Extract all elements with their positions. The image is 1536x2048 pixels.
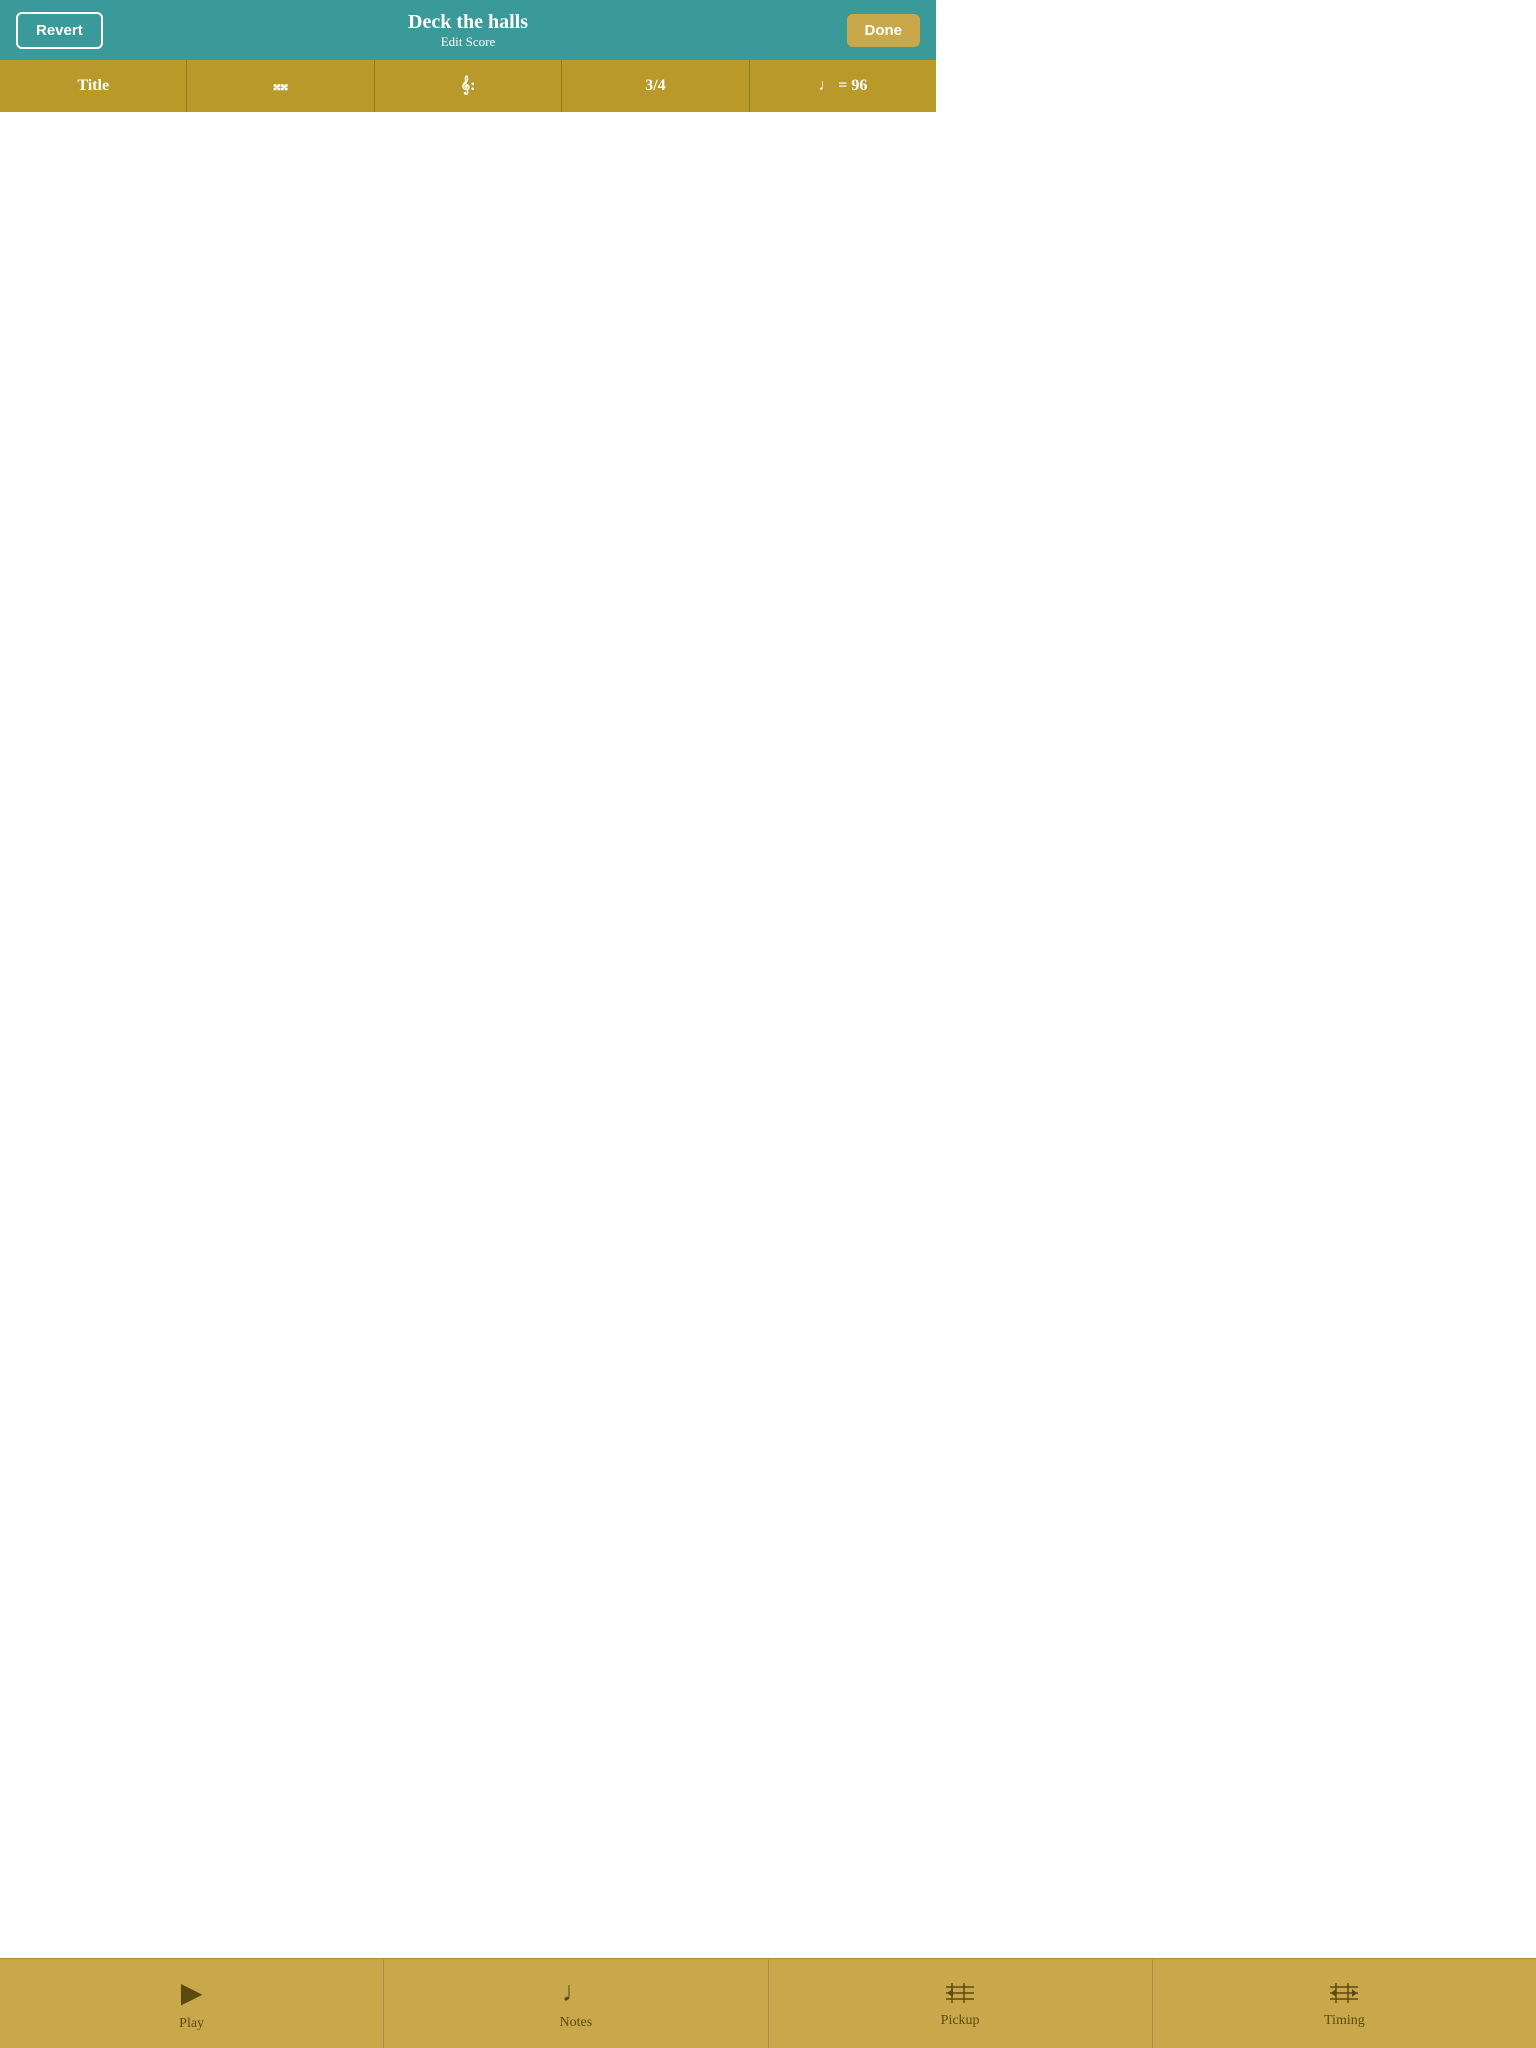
revert-button[interactable]: Revert [16, 12, 103, 49]
edit-toolbar: Title 𝄪𝄪 𝄞: 3/4 ♩ = 96 [0, 60, 936, 112]
play-label: Play [179, 2016, 204, 2032]
pickup-label: Pickup [941, 2013, 980, 2029]
title-group: Deck the halls Edit Score [408, 11, 528, 50]
timing-button[interactable]: Timing [1153, 1959, 1536, 2048]
timing-label: Timing [1324, 2013, 1365, 2029]
play-icon: ▶ [181, 1976, 203, 2010]
toolbar-tempo[interactable]: ♩ = 96 [750, 60, 936, 112]
toolbar-key[interactable]: 𝄪𝄪 [187, 60, 374, 112]
timing-icon [1328, 1979, 1360, 2007]
pickup-icon [944, 1979, 976, 2007]
bottom-toolbar: ▶ Play ♩ Notes Pickup Timin [0, 1958, 1536, 2048]
notes-icon: ♩ [562, 1977, 590, 2009]
notes-button[interactable]: ♩ Notes [384, 1959, 768, 2048]
score-subtitle: Edit Score [408, 34, 528, 50]
toolbar-clef[interactable]: 𝄞: [375, 60, 562, 112]
toolbar-time[interactable]: 3/4 [562, 60, 749, 112]
toolbar-title[interactable]: Title [0, 60, 187, 112]
done-button[interactable]: Done [847, 14, 921, 47]
header: Revert Deck the halls Edit Score Done [0, 0, 936, 60]
pickup-button[interactable]: Pickup [769, 1959, 1153, 2048]
notes-label: Notes [560, 2015, 593, 2031]
score-title: Deck the halls [408, 11, 528, 34]
play-button[interactable]: ▶ Play [0, 1959, 384, 2048]
